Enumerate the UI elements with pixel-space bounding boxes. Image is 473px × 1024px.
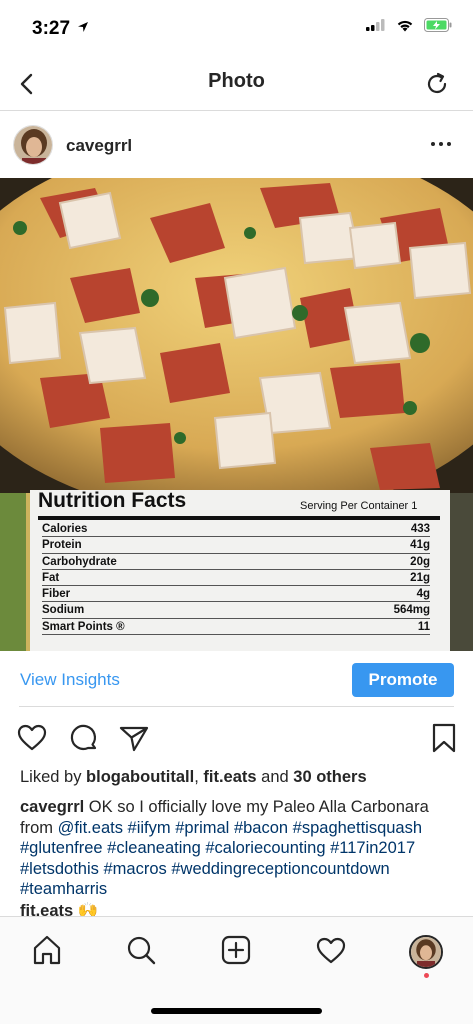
nutrition-value-text: 433 xyxy=(410,523,430,535)
status-bar: 3:27 xyxy=(0,0,473,58)
hashtag-link[interactable]: #glutenfree xyxy=(20,839,103,857)
nutrition-row: Fat 21g xyxy=(42,570,430,587)
heart-icon[interactable] xyxy=(16,722,48,754)
nutrition-row: Calories 433 xyxy=(42,521,430,538)
hashtag-link[interactable]: #weddingreceptioncountdown xyxy=(171,860,389,878)
profile-tab-avatar[interactable] xyxy=(409,935,443,969)
insights-row: View Insights Promote xyxy=(0,652,473,706)
home-indicator xyxy=(151,1008,322,1014)
caption-mention[interactable]: @fit.eats xyxy=(58,819,123,837)
likes-line: Liked by blogaboutitall, fit.eats and 30… xyxy=(20,768,367,787)
hashtag-link[interactable]: #primal xyxy=(175,819,229,837)
profile-photo-icon xyxy=(411,937,441,967)
nutrition-label-text: Sodium xyxy=(42,604,85,617)
post-username[interactable]: cavegrrl xyxy=(66,136,132,156)
likes-prefix: Liked by xyxy=(20,768,87,786)
hashtag-link[interactable]: #iifym xyxy=(128,819,171,837)
more-options-icon[interactable] xyxy=(427,134,455,154)
hashtag-link[interactable]: #caloriecounting xyxy=(205,839,325,857)
hashtag-link[interactable]: #bacon xyxy=(234,819,288,837)
hashtag-link[interactable]: #117in2017 xyxy=(330,839,415,857)
nutrition-row: Protein 41g xyxy=(42,537,430,554)
likes-separator: , xyxy=(194,768,204,786)
post-header: cavegrrl xyxy=(0,112,473,178)
battery-charging-icon xyxy=(424,18,452,32)
activity-heart-icon[interactable] xyxy=(314,933,348,967)
nutrition-label-text: Fat xyxy=(42,571,60,584)
search-icon[interactable] xyxy=(124,933,158,967)
nutrition-label-text: Protein xyxy=(42,539,82,552)
view-insights-link[interactable]: View Insights xyxy=(20,670,120,690)
nutrition-label-text: Calories xyxy=(42,523,88,535)
nutrition-label-text: Fiber xyxy=(42,588,71,601)
hashtag-link[interactable]: #cleaneating xyxy=(107,839,201,857)
share-icon[interactable] xyxy=(118,722,150,754)
comment-icon[interactable] xyxy=(68,722,100,754)
caption-username[interactable]: cavegrrl xyxy=(20,798,84,816)
likes-and: and xyxy=(256,768,294,786)
home-icon[interactable] xyxy=(30,933,64,967)
hashtag-link[interactable]: #macros xyxy=(103,860,166,878)
nutrition-value-text: 21g xyxy=(410,571,430,584)
nutrition-row: Smart Points ® 11 xyxy=(42,619,430,636)
nutrition-value-text: 4g xyxy=(416,588,430,601)
post-caption: cavegrrl OK so I officially love my Pale… xyxy=(20,797,460,900)
nutrition-row: Sodium 564mg xyxy=(42,602,430,619)
clock-text: 3:27 xyxy=(32,18,71,39)
page-title: Photo xyxy=(208,70,265,92)
nutrition-rows: Calories 433 Protein 41g Carbohydrate 20g Fat 2… xyxy=(42,521,430,636)
avatar[interactable] xyxy=(13,125,53,165)
profile-photo-icon xyxy=(14,126,52,164)
divider xyxy=(19,706,454,707)
location-arrow-icon xyxy=(78,22,89,32)
nutrition-label-text: Smart Points ® xyxy=(42,620,125,633)
wifi-icon xyxy=(397,20,413,31)
nav-bar: Photo xyxy=(0,58,473,111)
cellular-signal-icon xyxy=(366,19,385,31)
hashtag-link[interactable]: #teamharris xyxy=(20,880,107,898)
nutrition-value-text: 564mg xyxy=(393,604,430,617)
nutrition-value-text: 20g xyxy=(410,555,430,568)
post-photo[interactable]: Nutrition Facts Serving Per Container 1 … xyxy=(0,178,473,651)
nutrition-value-text: 11 xyxy=(417,620,430,633)
likes-others[interactable]: 30 others xyxy=(293,768,366,786)
liker-username-1[interactable]: blogaboutitall xyxy=(86,768,194,786)
status-time: 3:27 xyxy=(32,18,89,40)
refresh-icon[interactable] xyxy=(423,70,451,98)
hashtag-link[interactable]: #letsdothis xyxy=(20,860,99,878)
liker-username-2[interactable]: fit.eats xyxy=(203,768,256,786)
nutrition-label-text: Carbohydrate xyxy=(42,555,117,568)
nutrition-serving: Serving Per Container 1 xyxy=(300,500,418,512)
bookmark-icon[interactable] xyxy=(428,722,460,754)
status-icons xyxy=(366,18,453,32)
new-post-icon[interactable] xyxy=(219,933,253,967)
tab-bar xyxy=(0,916,473,1024)
nutrition-facts-title: Nutrition Facts xyxy=(38,489,187,512)
hashtag-link[interactable]: #spaghettisquash xyxy=(293,819,422,837)
comment-preview[interactable]: fit.eats 🙌 xyxy=(20,902,98,916)
nutrition-row: Fiber 4g xyxy=(42,586,430,603)
post-actions xyxy=(0,716,473,760)
promote-button[interactable]: Promote xyxy=(352,663,454,697)
notification-dot xyxy=(424,973,429,978)
nutrition-value-text: 41g xyxy=(410,539,430,552)
nutrition-row: Carbohydrate 20g xyxy=(42,554,430,570)
